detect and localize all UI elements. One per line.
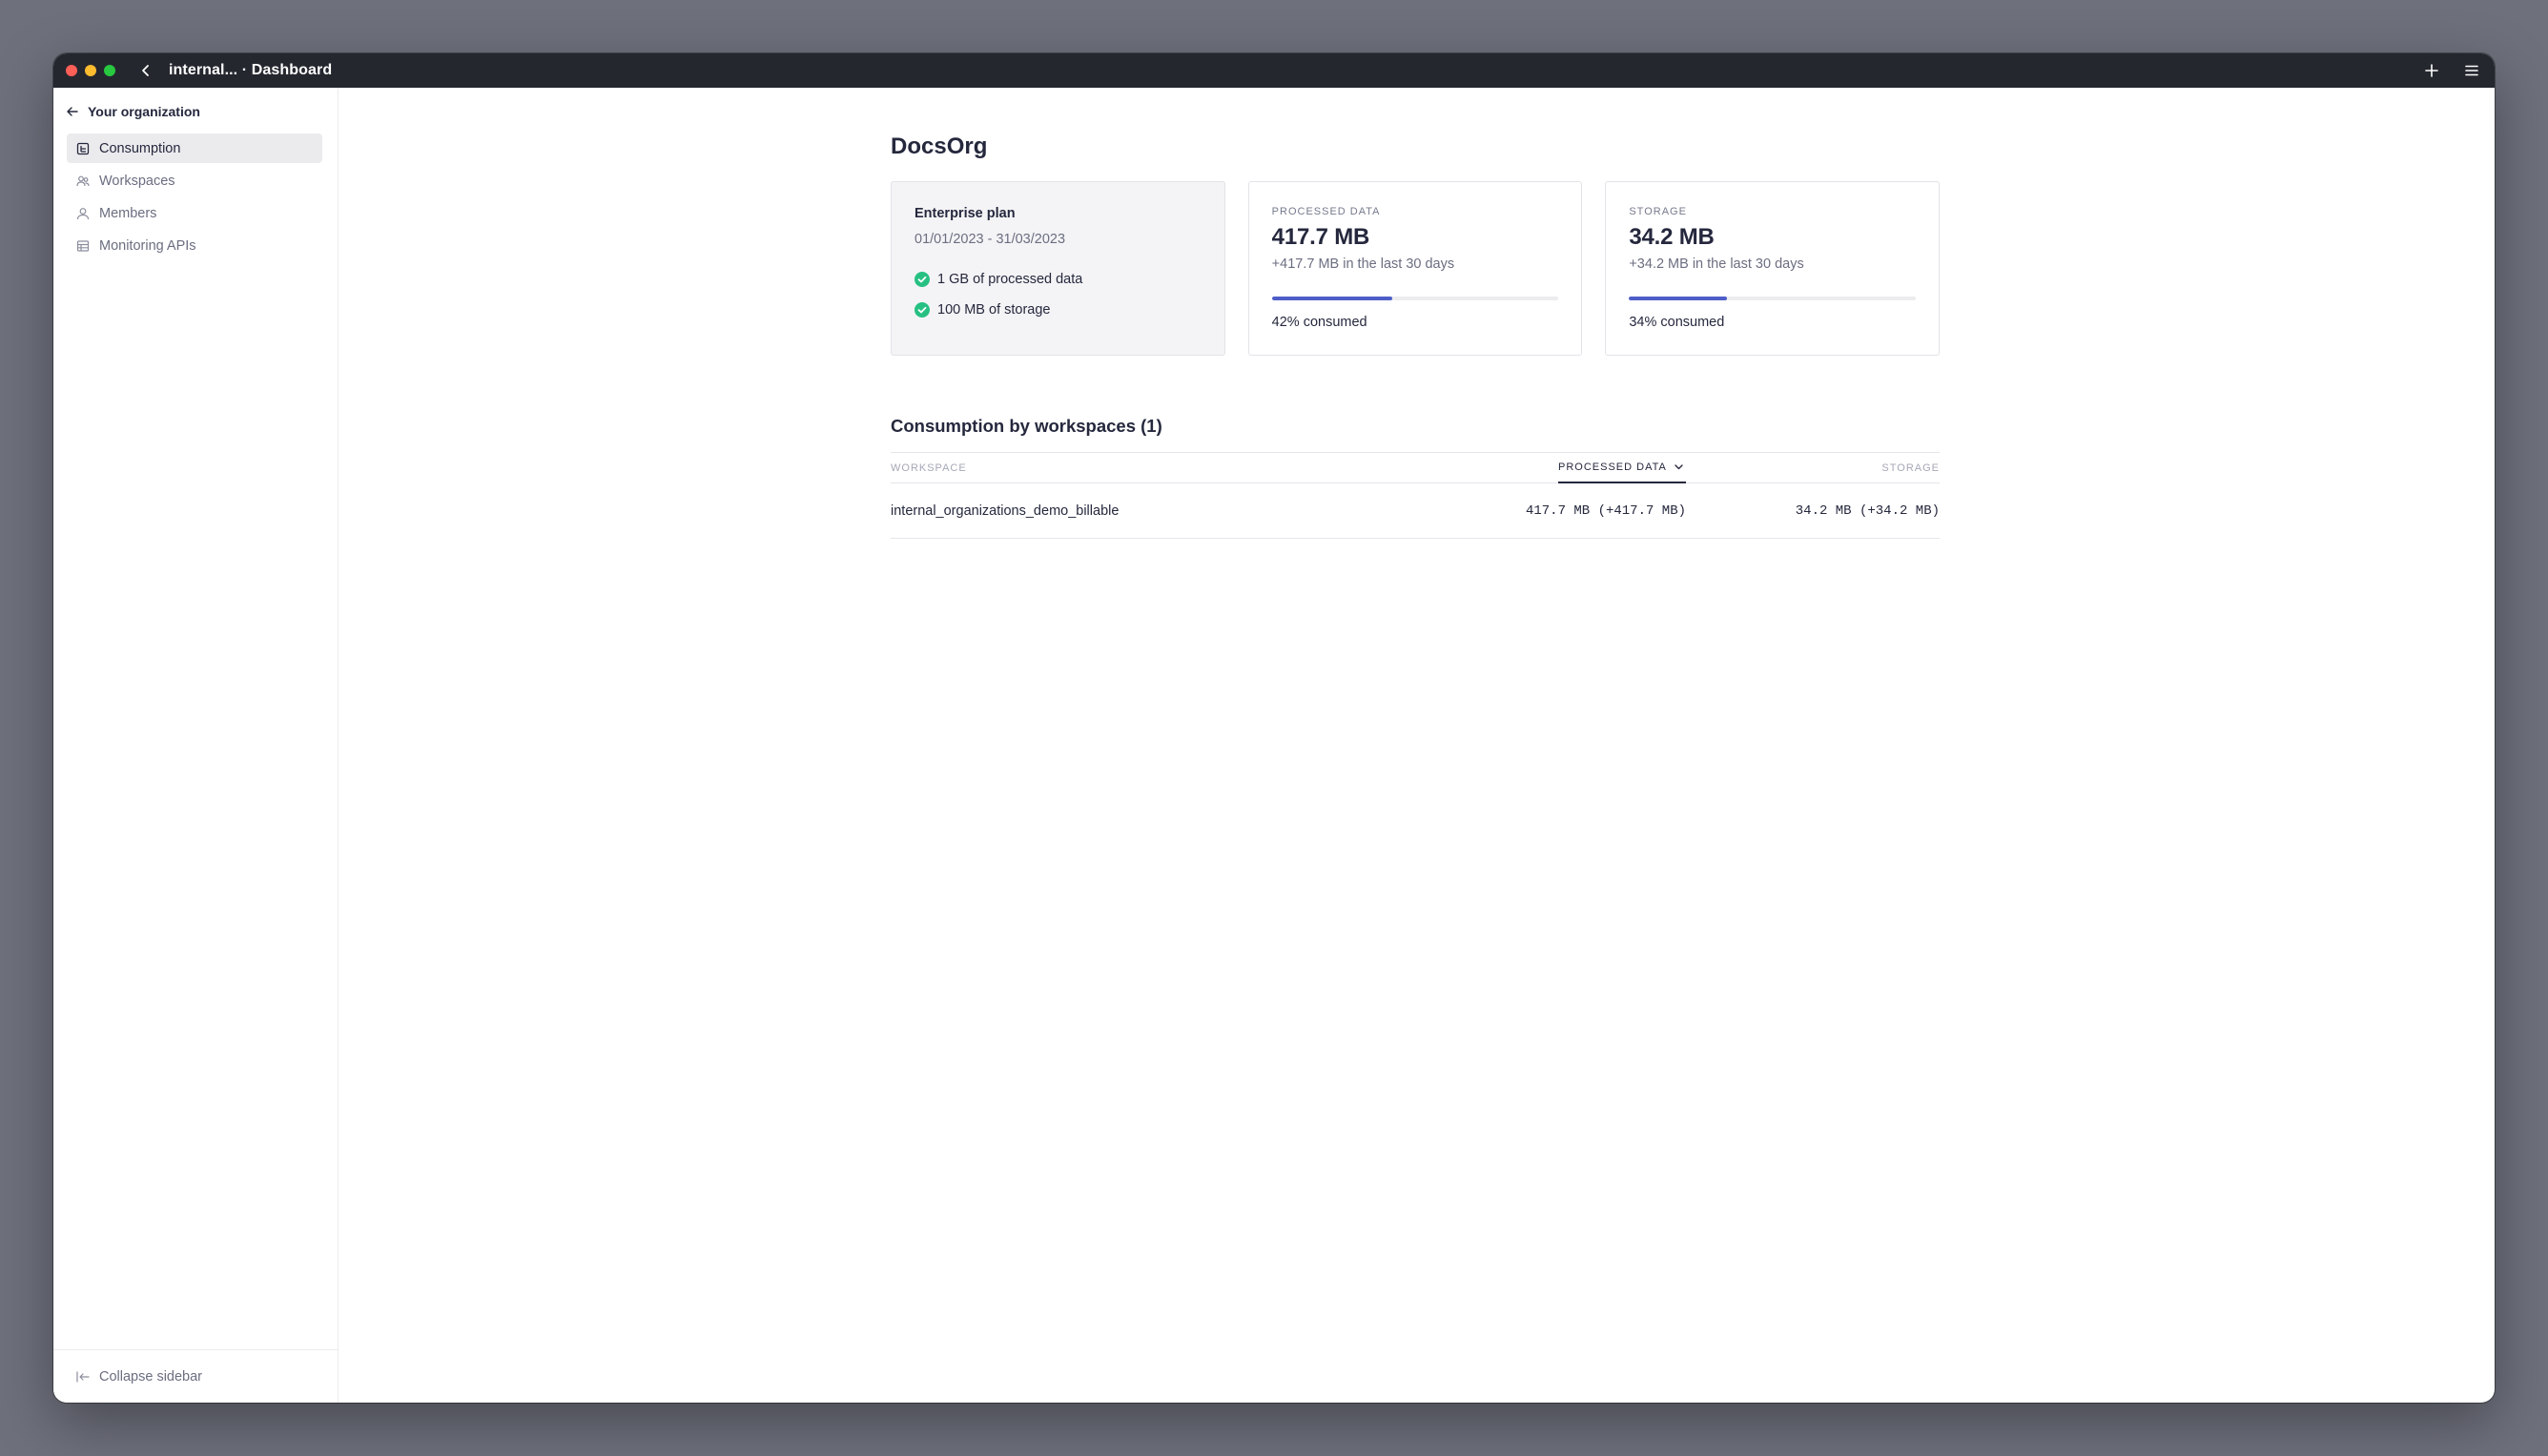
processed-data-consumed: 42% consumed	[1271, 315, 1367, 330]
minimize-window-button[interactable]	[85, 65, 96, 76]
menu-icon[interactable]	[2462, 61, 2481, 80]
sidebar-item-consumption[interactable]: Consumption	[67, 133, 322, 163]
collapse-sidebar-button[interactable]: Collapse sidebar	[53, 1349, 338, 1403]
app-window: internal... · Dashboard Your organizatio…	[53, 53, 2495, 1403]
plan-dates: 01/01/2023 - 31/03/2023	[914, 232, 1066, 247]
maximize-window-button[interactable]	[104, 65, 115, 76]
processed-data-card: PROCESSED DATA 417.7 MB +417.7 MB in the…	[1247, 181, 1583, 356]
plan-name: Enterprise plan	[914, 206, 1016, 221]
close-window-button[interactable]	[66, 65, 77, 76]
workspaces-icon	[76, 174, 90, 188]
sidebar-item-members[interactable]: Members	[67, 198, 322, 228]
processed-data-value: 417.7 MB	[1271, 224, 1370, 250]
consumption-icon	[76, 142, 90, 155]
collapse-sidebar-label: Collapse sidebar	[99, 1368, 203, 1384]
sidebar-item-workspaces[interactable]: Workspaces	[67, 166, 322, 195]
check-circle-icon	[914, 302, 930, 318]
column-header-storage[interactable]: STORAGE	[1686, 453, 1940, 482]
check-circle-icon	[914, 272, 930, 287]
plan-card: Enterprise plan 01/01/2023 - 31/03/2023 …	[891, 181, 1225, 356]
storage-progress-bar	[1629, 297, 1917, 300]
column-header-processed-data[interactable]: PROCESSED DATA	[1558, 453, 1686, 483]
workspaces-table: WORKSPACE PROCESSED DATA STORAGE interna…	[891, 452, 1940, 539]
column-header-label: PROCESSED DATA	[1558, 461, 1667, 473]
storage-cell: 34.2 MB (+34.2 MB)	[1795, 502, 1940, 519]
processed-data-progress-fill	[1271, 297, 1392, 300]
chevron-down-icon	[1675, 464, 1683, 470]
sidebar-item-label: Workspaces	[99, 173, 175, 189]
storage-label: STORAGE	[1629, 206, 1687, 217]
plus-icon[interactable]	[2422, 61, 2441, 80]
plan-feature-label: 1 GB of processed data	[937, 272, 1083, 287]
person-icon	[76, 207, 90, 220]
sidebar-nav: Consumption Workspaces Members Monitorin…	[67, 133, 322, 263]
back-to-organization-link[interactable]: Your organization	[67, 104, 200, 119]
plan-feature: 1 GB of processed data	[914, 272, 1202, 287]
title-bar: internal... · Dashboard	[53, 53, 2495, 88]
storage-card: STORAGE 34.2 MB +34.2 MB in the last 30 …	[1605, 181, 1941, 356]
sidebar-item-label: Consumption	[99, 140, 181, 156]
page-title: DocsOrg	[891, 133, 988, 159]
sidebar-item-monitoring-apis[interactable]: Monitoring APIs	[67, 231, 322, 260]
table-icon	[76, 239, 90, 253]
storage-consumed: 34% consumed	[1629, 315, 1725, 330]
arrow-left-icon	[67, 107, 78, 116]
summary-cards: Enterprise plan 01/01/2023 - 31/03/2023 …	[891, 181, 1941, 356]
storage-progress-fill	[1629, 297, 1727, 300]
storage-delta: +34.2 MB in the last 30 days	[1629, 256, 1804, 272]
processed-data-progress-bar	[1271, 297, 1559, 300]
processed-data-label: PROCESSED DATA	[1271, 206, 1381, 217]
column-header-workspace[interactable]: WORKSPACE	[891, 453, 1558, 482]
section-title: Consumption by workspaces (1)	[891, 416, 1162, 436]
processed-data-delta: +417.7 MB in the last 30 days	[1271, 256, 1455, 272]
sidebar-item-label: Members	[99, 205, 157, 221]
table-row[interactable]: internal_organizations_demo_billable 417…	[891, 483, 1940, 539]
back-label: Your organization	[88, 104, 200, 119]
sidebar-item-label: Monitoring APIs	[99, 237, 196, 254]
main-content: DocsOrg Enterprise plan 01/01/2023 - 31/…	[339, 88, 2495, 1403]
chevron-left-icon[interactable]	[136, 61, 155, 80]
plan-feature: 100 MB of storage	[914, 302, 1202, 318]
window-controls	[66, 65, 115, 76]
workspace-name-cell[interactable]: internal_organizations_demo_billable	[891, 503, 1524, 519]
collapse-icon	[76, 1370, 90, 1383]
window-title: internal... · Dashboard	[169, 62, 333, 78]
storage-value: 34.2 MB	[1629, 224, 1715, 250]
sidebar: Your organization Consumption Workspaces	[53, 88, 339, 1403]
processed-data-cell: 417.7 MB (+417.7 MB)	[1525, 502, 1686, 519]
plan-feature-label: 100 MB of storage	[937, 302, 1051, 318]
table-header: WORKSPACE PROCESSED DATA STORAGE	[891, 452, 1940, 483]
